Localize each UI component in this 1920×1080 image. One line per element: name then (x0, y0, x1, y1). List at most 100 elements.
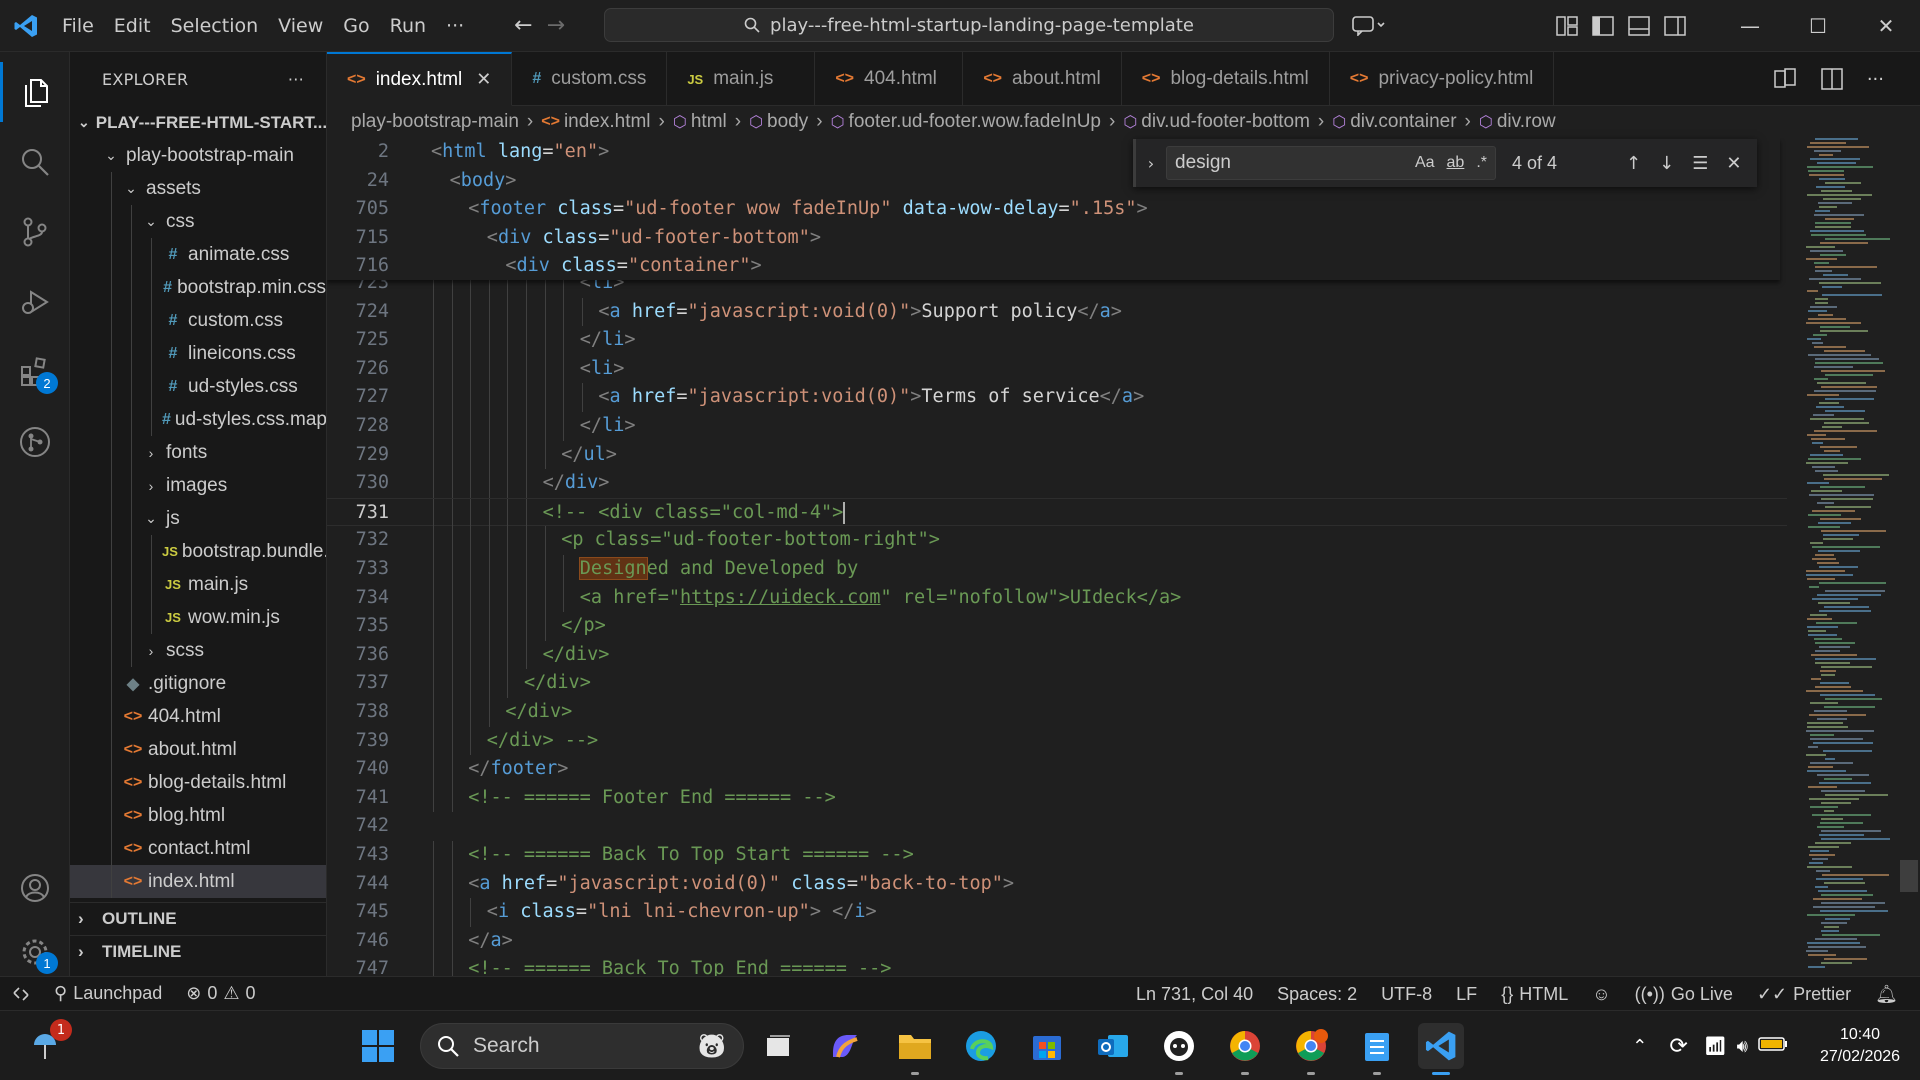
command-center[interactable]: play---free-html-startup-landing-page-te… (604, 8, 1334, 42)
search-activity-icon[interactable] (0, 132, 70, 192)
language-mode-item[interactable]: {} HTML (1489, 984, 1580, 1005)
tab-404-html[interactable]: <> 404.html (815, 52, 964, 106)
back-arrow-icon[interactable]: ← (514, 13, 532, 38)
explorer-more-icon[interactable]: ··· (288, 70, 304, 89)
find-in-selection-icon[interactable]: ☰ (1692, 153, 1708, 174)
breadcrumb-item[interactable]: div.row (1497, 111, 1556, 133)
breadcrumb-item[interactable]: body (767, 111, 808, 133)
source-control-icon[interactable] (0, 202, 70, 262)
folder-item[interactable]: › fonts (70, 436, 326, 469)
menu-item-go[interactable]: Go (333, 0, 379, 52)
find-input[interactable]: design Aa ab .* (1166, 146, 1496, 180)
github-desktop-icon[interactable] (1156, 1023, 1202, 1075)
file-item[interactable]: JS wow.min.js (70, 601, 326, 634)
edge-browser-icon[interactable] (958, 1023, 1004, 1069)
gitlens-icon[interactable] (0, 412, 70, 472)
weather-widget-icon[interactable]: 1 (22, 1019, 72, 1069)
close-tab-icon[interactable]: ✕ (476, 69, 491, 90)
file-explorer-icon[interactable] (892, 1023, 938, 1075)
match-case-icon[interactable]: Aa (1415, 154, 1435, 172)
file-item[interactable]: <> index.html (70, 865, 326, 898)
show-hidden-icons-chevron-icon[interactable]: ⌃ (1632, 1036, 1647, 1057)
extensions-icon[interactable]: 2 (0, 342, 70, 402)
editor-more-icon[interactable]: ··· (1867, 69, 1884, 90)
close-find-icon[interactable]: ✕ (1726, 153, 1741, 174)
end-of-line[interactable]: LF (1444, 984, 1489, 1005)
folder-item[interactable]: ⌄ js (70, 502, 326, 535)
menu-item-file[interactable]: File (52, 0, 104, 52)
manage-gear-icon[interactable]: 1 (0, 922, 70, 982)
outlook-icon[interactable] (1090, 1023, 1136, 1069)
folder-item[interactable]: ⌄ css (70, 205, 326, 238)
toggle-secondary-sidebar-icon[interactable] (1664, 16, 1686, 36)
file-item[interactable]: <> 404.html (70, 700, 326, 733)
breadcrumb-item[interactable]: div.container (1350, 111, 1456, 133)
indentation[interactable]: Spaces: 2 (1265, 984, 1369, 1005)
notepad-icon[interactable] (1354, 1023, 1400, 1075)
chrome-icon[interactable] (1222, 1023, 1268, 1075)
split-editor-icon[interactable] (1821, 68, 1843, 90)
remote-indicator-icon[interactable] (0, 977, 42, 1011)
prettier-item[interactable]: ✓✓ Prettier (1745, 984, 1863, 1005)
minimize-icon[interactable]: — (1716, 14, 1784, 38)
maximize-icon[interactable]: ☐ (1784, 14, 1852, 38)
toggle-replace-chevron-icon[interactable]: › (1136, 154, 1166, 173)
copilot-status-icon[interactable]: ☺ (1580, 984, 1622, 1005)
notifications-bell-icon[interactable]: 🔔︎ (1863, 984, 1910, 1005)
tab-main-js[interactable]: JS main.js (667, 52, 816, 106)
folder-item[interactable]: ⌄ assets (70, 172, 326, 205)
file-item[interactable]: # ud-styles.css (70, 370, 326, 403)
file-item[interactable]: # animate.css (70, 238, 326, 271)
copilot-app-icon[interactable] (822, 1023, 868, 1069)
breadcrumb-item[interactable]: div.ud-footer-bottom (1141, 111, 1310, 133)
file-item[interactable]: <> about.html (70, 733, 326, 766)
vscode-taskbar-icon[interactable] (1418, 1023, 1464, 1075)
menu-item-run[interactable]: Run (380, 0, 436, 52)
launchpad-item[interactable]: ⚲ Launchpad (42, 983, 174, 1004)
copilot-chat-icon[interactable] (1352, 14, 1388, 41)
run-debug-icon[interactable] (0, 272, 70, 332)
tab-index-html[interactable]: <> index.html ✕ (327, 52, 513, 106)
previous-match-arrow-icon[interactable]: ↑ (1626, 153, 1641, 174)
menu-item-more[interactable]: ··· (436, 0, 474, 52)
breadcrumb-item[interactable]: footer.ud-footer.wow.fadeInUp (849, 111, 1101, 133)
open-changes-icon[interactable] (1773, 68, 1797, 90)
battery-icon[interactable] (1758, 1036, 1788, 1056)
file-item[interactable]: # custom.css (70, 304, 326, 337)
encoding[interactable]: UTF-8 (1369, 984, 1444, 1005)
outline-section[interactable]: › OUTLINE (70, 902, 326, 935)
toggle-primary-sidebar-icon[interactable] (1592, 16, 1614, 36)
tab-about-html[interactable]: <> about.html (963, 52, 1122, 106)
wifi-icon[interactable]: 📶︎ (1704, 1036, 1727, 1057)
sync-icon[interactable]: ⟳ (1669, 1034, 1687, 1059)
file-item[interactable]: JSbootstrap.bundle.... (70, 535, 326, 568)
explorer-icon[interactable] (0, 62, 70, 122)
menu-item-selection[interactable]: Selection (161, 0, 269, 52)
task-view-icon[interactable] (756, 1023, 802, 1069)
windows-start-icon[interactable] (355, 1023, 401, 1069)
folder-item[interactable]: › images (70, 469, 326, 502)
problems-item[interactable]: ⊗ 0 ⚠ 0 (174, 983, 267, 1004)
timeline-section[interactable]: › TIMELINE (70, 935, 326, 968)
toggle-panel-icon[interactable] (1628, 16, 1650, 36)
close-window-icon[interactable]: ✕ (1852, 14, 1920, 38)
cursor-position[interactable]: Ln 731, Col 40 (1124, 984, 1265, 1005)
menu-item-edit[interactable]: Edit (104, 0, 161, 52)
clock[interactable]: 10:40 27/02/2026 (1800, 1024, 1920, 1068)
use-regex-icon[interactable]: .* (1476, 154, 1487, 172)
file-item[interactable]: # ud-styles.css.map (70, 403, 326, 436)
file-item[interactable]: <> contact.html (70, 832, 326, 865)
code-editor[interactable]: 2 <html lang="en"> 24 <body> 705 <footer clas… (327, 138, 1920, 976)
customize-layout-icon[interactable] (1556, 16, 1578, 36)
folder-item[interactable]: ⌄ play-bootstrap-main (70, 139, 326, 172)
forward-arrow-icon[interactable]: → (547, 13, 565, 38)
tab-blog-details-html[interactable]: <> blog-details.html (1122, 52, 1330, 106)
microsoft-store-icon[interactable] (1024, 1023, 1070, 1069)
breadcrumb-item[interactable]: html (691, 111, 727, 133)
vertical-scrollbar[interactable] (1900, 860, 1918, 892)
taskbar-search-box[interactable]: Search 🐻︎ (420, 1023, 744, 1069)
tab-privacy-policy-html[interactable]: <> privacy-policy.html (1330, 52, 1555, 106)
minimap[interactable] (1800, 138, 1910, 976)
tab-custom-css[interactable]: # custom.css (512, 52, 668, 106)
folder-item[interactable]: › scss (70, 634, 326, 667)
